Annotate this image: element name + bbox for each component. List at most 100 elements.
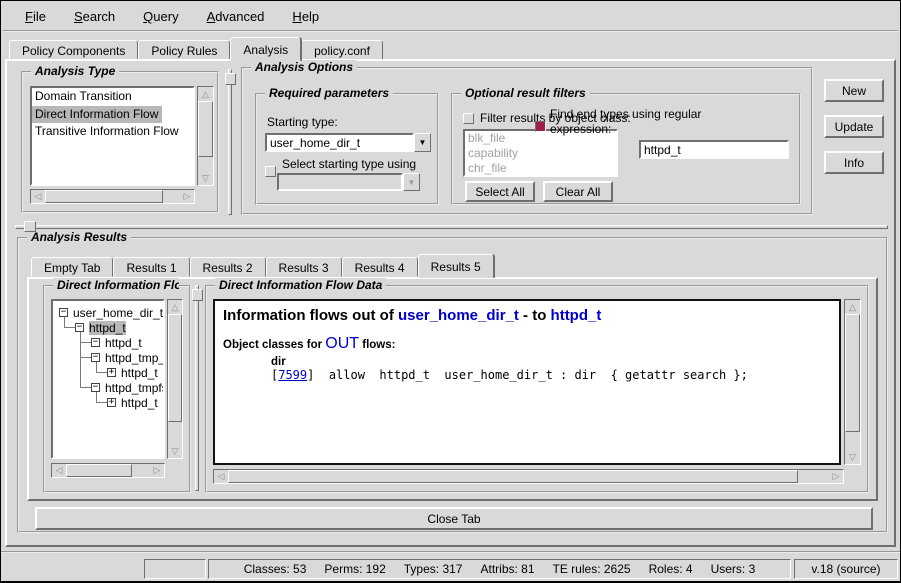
tab-results-2[interactable]: Results 2 xyxy=(190,257,266,277)
tree-node[interactable]: − httpd_tmpfs_t xyxy=(91,380,165,395)
status-box-empty xyxy=(144,559,206,579)
scroll-thumb[interactable] xyxy=(168,314,182,422)
scroll-thumb[interactable] xyxy=(845,314,860,432)
list-item-selected[interactable]: Direct Information Flow xyxy=(32,106,162,123)
update-button[interactable]: Update xyxy=(824,115,884,138)
scroll-up-icon[interactable]: △ xyxy=(845,300,860,314)
flow-data-vscrollbar[interactable]: △ ▽ xyxy=(844,299,861,465)
menu-advanced[interactable]: Advanced xyxy=(193,5,279,28)
analysis-type-hscrollbar[interactable]: ◁ ▷ xyxy=(30,189,195,204)
analysis-type-title: Analysis Type xyxy=(31,64,119,78)
tab-results-3[interactable]: Results 3 xyxy=(266,257,342,277)
scroll-down-icon[interactable]: ▽ xyxy=(198,171,213,185)
scroll-thumb[interactable] xyxy=(228,470,798,483)
rule-id-link[interactable]: 7599 xyxy=(278,368,307,382)
flow-data-textarea[interactable]: Information flows out of user_home_dir_t… xyxy=(213,299,841,465)
flow-tree-title: Direct Information Flow T xyxy=(53,278,179,292)
tree-node-label[interactable]: httpd_tmp_t xyxy=(105,351,165,365)
scroll-right-icon[interactable]: ▷ xyxy=(829,470,843,483)
tab-empty[interactable]: Empty Tab xyxy=(31,257,113,277)
pane-sash-handle[interactable] xyxy=(225,73,236,85)
pane-sash-horizontal[interactable] xyxy=(15,225,888,229)
tree-node-label[interactable]: httpd_t xyxy=(121,366,158,380)
tree-node[interactable]: − httpd_t xyxy=(75,320,126,335)
flow-data-hscrollbar[interactable]: ◁ ▷ xyxy=(213,469,844,484)
starting-type-value[interactable]: user_home_dir_t xyxy=(265,133,414,152)
flow-heading: Information flows out of user_home_dir_t… xyxy=(223,307,831,324)
expand-icon[interactable]: + xyxy=(107,398,116,407)
tree-node[interactable]: − httpd_tmp_t xyxy=(91,350,165,365)
scroll-up-icon[interactable]: △ xyxy=(168,300,182,314)
scroll-left-icon[interactable]: ◁ xyxy=(214,470,228,483)
tree-node[interactable]: + httpd_t xyxy=(107,395,158,410)
flow-direction: OUT xyxy=(325,335,359,352)
attrib-checkbox[interactable] xyxy=(265,166,276,177)
pane-sash-vertical[interactable] xyxy=(228,69,232,215)
collapse-icon[interactable]: − xyxy=(91,353,100,362)
menu-help[interactable]: Help xyxy=(278,5,333,28)
version-label: v.18 (source) xyxy=(811,562,880,576)
analysis-type-vscrollbar[interactable]: △ ▽ xyxy=(197,86,214,186)
stat-roles: Roles: 4 xyxy=(649,562,693,576)
collapse-icon[interactable]: − xyxy=(91,338,100,347)
tab-results-4[interactable]: Results 4 xyxy=(342,257,418,277)
collapse-icon[interactable]: − xyxy=(91,383,100,392)
select-all-button[interactable]: Select All xyxy=(465,181,535,202)
object-class-checkbox[interactable] xyxy=(463,113,474,124)
regex-checkbox[interactable] xyxy=(535,121,546,132)
main-tab-bar: Policy Components Policy Rules Analysis … xyxy=(9,37,383,60)
list-item[interactable]: Domain Transition xyxy=(32,88,193,105)
results-sash-vertical[interactable] xyxy=(195,285,199,491)
collapse-icon[interactable]: − xyxy=(59,308,68,317)
combobox-arrow-button[interactable]: ▼ xyxy=(414,133,431,152)
flow-tree[interactable]: − user_home_dir_t − httpd_t − httpd_t xyxy=(51,299,165,459)
clear-all-button[interactable]: Clear All xyxy=(543,181,613,202)
list-item[interactable]: Transitive Information Flow xyxy=(32,123,193,140)
pane-sash-handle[interactable] xyxy=(24,221,36,232)
menu-query[interactable]: Query xyxy=(129,5,192,28)
tab-analysis[interactable]: Analysis xyxy=(230,37,301,61)
tree-node-label[interactable]: httpd_t xyxy=(105,336,142,350)
regex-checkbox-row[interactable] xyxy=(535,121,546,132)
results-sash-handle[interactable] xyxy=(192,289,203,301)
tree-node-label-selected[interactable]: httpd_t xyxy=(89,321,126,335)
tab-policy-rules[interactable]: Policy Rules xyxy=(138,40,230,60)
scroll-left-icon[interactable]: ◁ xyxy=(31,190,45,203)
starting-type-label: Starting type: xyxy=(267,115,338,129)
scroll-thumb[interactable] xyxy=(66,464,132,477)
tab-policy-components[interactable]: Policy Components xyxy=(9,40,138,60)
new-button[interactable]: New xyxy=(824,79,884,102)
analysis-type-listbox[interactable]: Domain Transition Direct Information Flo… xyxy=(30,86,195,186)
tab-results-1[interactable]: Results 1 xyxy=(113,257,189,277)
close-tab-button[interactable]: Close Tab xyxy=(35,507,873,530)
scroll-thumb[interactable] xyxy=(198,101,213,157)
scroll-left-icon[interactable]: ◁ xyxy=(52,464,66,477)
scroll-thumb[interactable] xyxy=(45,190,163,203)
scroll-down-icon[interactable]: ▽ xyxy=(845,450,860,464)
start-type: user_home_dir_t xyxy=(398,307,519,324)
expand-icon[interactable]: + xyxy=(107,368,116,377)
tree-node-label[interactable]: httpd_t xyxy=(121,396,158,410)
tab-results-5[interactable]: Results 5 xyxy=(418,254,494,278)
flow-tree-hscrollbar[interactable]: ◁ ▷ xyxy=(51,463,165,478)
tree-node-label[interactable]: httpd_tmpfs_t xyxy=(105,381,165,395)
tree-node[interactable]: − user_home_dir_t xyxy=(59,305,163,320)
tab-policy-conf[interactable]: policy.conf xyxy=(301,40,383,60)
flow-data-title: Direct Information Flow Data xyxy=(215,278,386,292)
tree-node-label[interactable]: user_home_dir_t xyxy=(73,306,163,320)
scroll-up-icon[interactable]: △ xyxy=(198,87,213,101)
tree-node[interactable]: − httpd_t xyxy=(91,335,142,350)
scroll-down-icon[interactable]: ▽ xyxy=(168,444,182,458)
info-button[interactable]: Info xyxy=(824,151,884,174)
flow-tree-vscrollbar[interactable]: △ ▽ xyxy=(167,299,183,459)
results-page: Direct Information Flow T xyxy=(27,277,878,501)
scroll-right-icon[interactable]: ▷ xyxy=(180,190,194,203)
tree-node[interactable]: + httpd_t xyxy=(107,365,158,380)
analysis-options-frame: Analysis Options Required parameters Sta… xyxy=(241,67,813,215)
regex-input[interactable] xyxy=(639,140,789,159)
starting-type-combobox[interactable]: user_home_dir_t ▼ xyxy=(265,133,431,152)
menu-file[interactable]: File xyxy=(11,5,60,28)
menu-search[interactable]: Search xyxy=(60,5,129,28)
collapse-icon[interactable]: − xyxy=(75,323,84,332)
scroll-right-icon[interactable]: ▷ xyxy=(150,464,164,477)
